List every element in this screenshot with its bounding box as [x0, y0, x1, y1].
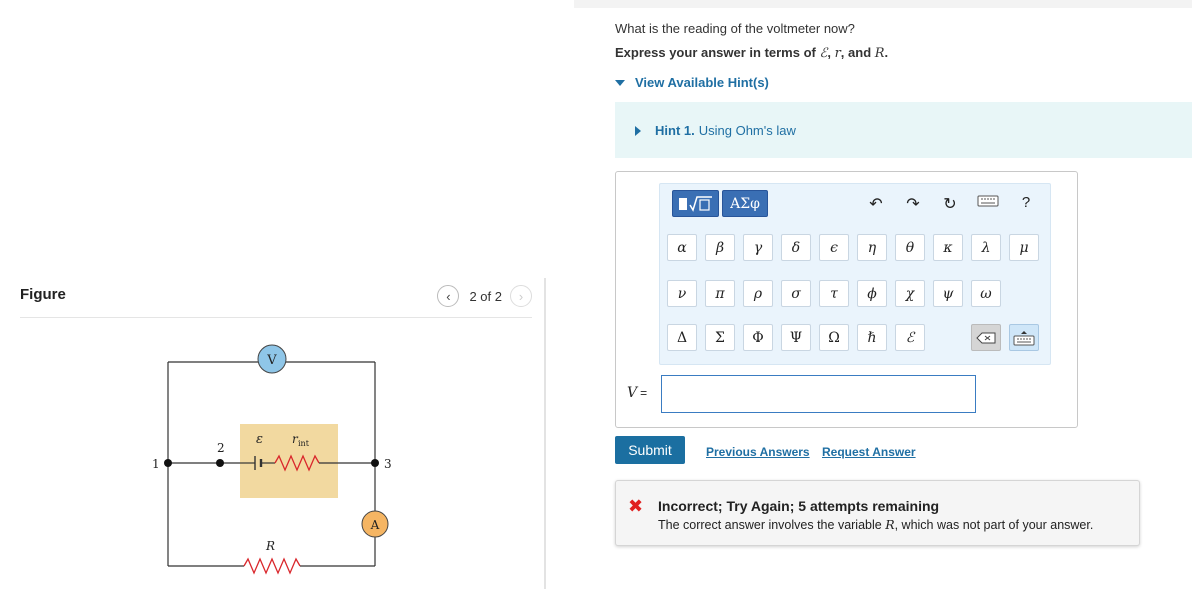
key-capital-omega[interactable]: Ω — [819, 324, 849, 351]
feedback-variable: R — [885, 517, 895, 532]
node-2-dot — [216, 459, 224, 467]
undo-icon[interactable]: ↶ — [865, 194, 887, 214]
feedback-title: Incorrect; Try Again; 5 attempts remaini… — [658, 498, 940, 514]
figure-title: Figure — [20, 286, 66, 303]
node-2-label: 2 — [217, 441, 225, 455]
chevron-left-icon: ‹ — [446, 288, 451, 304]
key-theta[interactable]: θ — [895, 234, 925, 261]
key-capital-sigma[interactable]: Σ — [705, 324, 735, 351]
rint-subscript: int — [298, 439, 310, 448]
help-button[interactable]: ? — [1015, 194, 1037, 211]
figure-page-indicator: 2 of 2 — [469, 288, 502, 304]
key-capital-delta[interactable]: Δ — [667, 324, 697, 351]
keyboard-up-icon — [1013, 330, 1035, 345]
submit-button[interactable]: Submit — [615, 436, 685, 464]
symbol-palette: ΑΣφ ↶ ↷ ↻ ? α β γ δ ϵ η θ κ λ μ ν π ρ σ … — [659, 183, 1051, 365]
circuit-diagram: ε r int R V A 1 2 3 — [152, 344, 392, 575]
backspace-button[interactable] — [971, 324, 1001, 351]
key-eta[interactable]: η — [857, 234, 887, 261]
answer-instructions: Express your answer in terms of ℰ, r, an… — [615, 45, 889, 61]
key-mu[interactable]: μ — [1009, 234, 1039, 261]
figure-header: Figure ‹ 2 of 2 › — [20, 285, 532, 309]
key-delta[interactable]: δ — [781, 234, 811, 261]
question-panel: What is the reading of the voltmeter now… — [546, 0, 1192, 589]
templates-button[interactable] — [672, 190, 719, 217]
key-nu[interactable]: ν — [667, 280, 697, 307]
emf-label: ε — [256, 432, 263, 447]
greek-symbols-button[interactable]: ΑΣφ — [722, 190, 768, 217]
voltmeter-label: V — [266, 353, 277, 368]
view-hints-toggle[interactable]: View Available Hint(s) — [615, 75, 769, 90]
node-1-label: 1 — [152, 457, 160, 471]
node-3-dot — [371, 459, 379, 467]
caret-right-icon — [635, 125, 641, 136]
key-capital-psi[interactable]: Ψ — [781, 324, 811, 351]
next-figure-button[interactable]: › — [510, 285, 532, 307]
hints-panel: Hint 1. Using Ohm's law — [615, 102, 1192, 158]
hint-1-toggle[interactable]: Hint 1. Using Ohm's law — [635, 123, 796, 138]
backspace-icon — [976, 332, 996, 343]
node-3-label: 3 — [384, 457, 392, 471]
key-script-e[interactable]: ℰ — [895, 324, 925, 351]
key-gamma[interactable]: γ — [743, 234, 773, 261]
keyboard-icon[interactable] — [975, 194, 1001, 213]
chevron-right-icon: › — [518, 288, 524, 304]
var-R: R — [874, 46, 885, 61]
previous-answers-link[interactable]: Previous Answers — [706, 445, 810, 459]
key-tau[interactable]: τ — [819, 280, 849, 307]
caret-down-icon — [615, 79, 625, 86]
key-chi[interactable]: χ — [895, 280, 925, 307]
key-epsilon[interactable]: ϵ — [819, 234, 849, 261]
show-keyboard-button[interactable] — [1009, 324, 1039, 351]
key-alpha[interactable]: α — [667, 234, 697, 261]
key-psi[interactable]: ψ — [933, 280, 963, 307]
error-x-icon: ✖ — [628, 496, 644, 516]
key-hbar[interactable]: ℏ — [857, 324, 887, 351]
key-capital-phi[interactable]: Φ — [743, 324, 773, 351]
request-answer-link[interactable]: Request Answer — [822, 445, 916, 459]
answer-variable-label: V = — [627, 385, 648, 401]
key-kappa[interactable]: κ — [933, 234, 963, 261]
hint-1-number: Hint 1. — [655, 123, 695, 138]
view-hints-label: View Available Hint(s) — [635, 75, 769, 90]
reset-icon[interactable]: ↻ — [939, 194, 961, 214]
question-prompt: What is the reading of the voltmeter now… — [615, 21, 855, 36]
key-phi[interactable]: ϕ — [857, 280, 887, 307]
key-omega[interactable]: ω — [971, 280, 1001, 307]
key-rho[interactable]: ρ — [743, 280, 773, 307]
answer-input[interactable] — [661, 375, 976, 413]
figure-pager: ‹ 2 of 2 › — [437, 285, 532, 307]
key-beta[interactable]: β — [705, 234, 735, 261]
resistor-r-zigzag — [243, 557, 301, 575]
key-sigma[interactable]: σ — [781, 280, 811, 307]
figure-divider — [20, 317, 532, 318]
top-bar — [574, 0, 1192, 8]
previous-figure-button[interactable]: ‹ — [437, 285, 460, 307]
redo-icon[interactable]: ↷ — [902, 194, 924, 214]
ammeter-label: A — [370, 518, 380, 532]
key-lambda[interactable]: λ — [971, 234, 1001, 261]
resistor-label: R — [265, 539, 275, 553]
figure-panel: Figure ‹ 2 of 2 › ε r int R V A 1 2 3 — [0, 0, 545, 589]
hint-1-title: Using Ohm's law — [698, 123, 796, 138]
math-answer-editor: ΑΣφ ↶ ↷ ↻ ? α β γ δ ϵ η θ κ λ μ ν π ρ σ … — [615, 171, 1078, 428]
key-pi[interactable]: π — [705, 280, 735, 307]
feedback-box: ✖ Incorrect; Try Again; 5 attempts remai… — [615, 480, 1140, 546]
node-1-dot — [164, 459, 172, 467]
fraction-sqrt-templates-icon — [678, 195, 712, 212]
feedback-message: The correct answer involves the variable… — [658, 517, 1094, 532]
